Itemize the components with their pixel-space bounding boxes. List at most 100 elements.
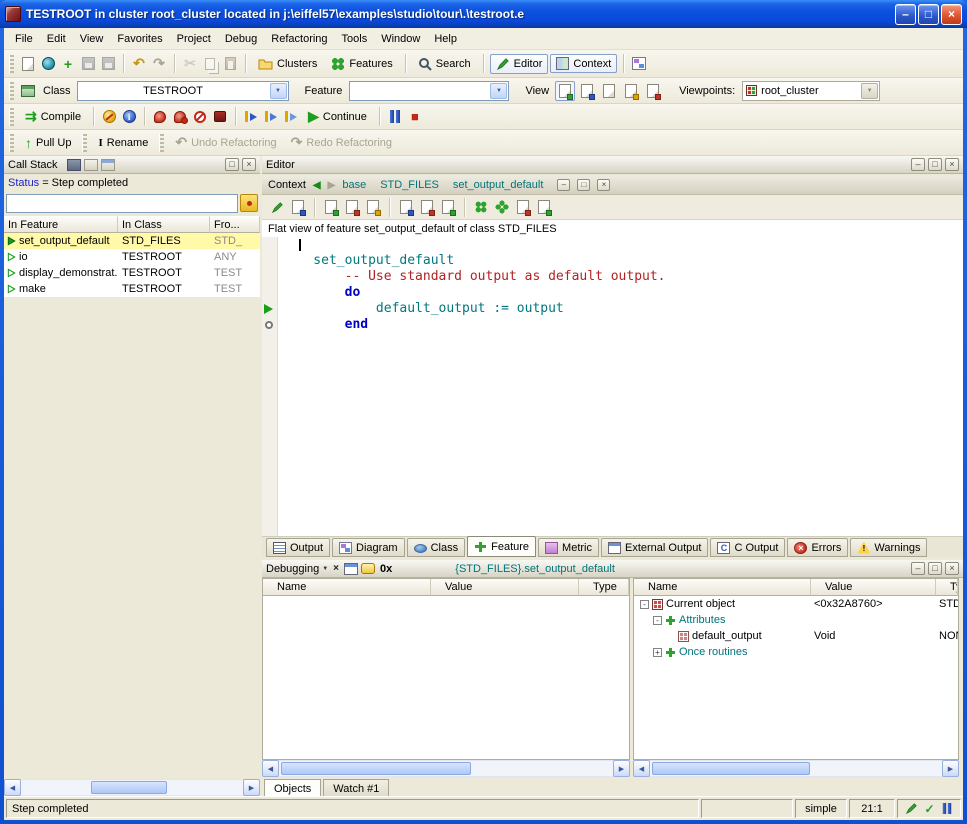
view-contract-button[interactable] [621,81,641,101]
call-stack-hscrollbar[interactable]: ◀ ▶ [4,779,260,796]
undo-icon[interactable]: ↶ [130,55,148,73]
context-crumb[interactable]: base [342,179,366,191]
object-tree-row[interactable]: - Current object <0x32A8760> STD_ [634,596,958,612]
stack-depth-input[interactable] [6,194,238,213]
object-tree-row[interactable]: - Attributes [634,612,958,628]
close-debug-icon[interactable]: × [945,562,959,575]
toolbar-grip[interactable] [159,134,164,152]
view-flat-button[interactable] [599,81,619,101]
call-stack-frame[interactable]: set_output_default STD_FILES STD_ [4,233,260,249]
code-line[interactable]: default_output := output [282,301,963,317]
menu-item[interactable]: Project [170,30,218,48]
context-toggle-button[interactable]: Context [550,54,617,73]
maximize-context-icon[interactable]: □ [577,179,590,191]
menu-item[interactable]: Help [427,30,464,48]
stop-points-disabled-icon[interactable] [191,108,209,126]
stop-icon[interactable]: ■ [406,108,424,126]
continue-button[interactable]: ▶ Continue [302,105,373,128]
editor-tab[interactable]: Warnings [850,538,927,557]
step-out-icon[interactable] [282,108,300,126]
column-header[interactable]: Name [263,579,431,596]
call-stack-frame[interactable]: io TESTROOT ANY [4,249,260,265]
view-clickable-button[interactable] [577,81,597,101]
debugging-header[interactable]: Debugging ▼ × 0x {STD_FILES}.set_output_… [262,560,963,578]
editor-tab[interactable]: Diagram [332,538,405,557]
edit-feature-icon[interactable] [268,198,286,216]
open-in-new-editor-icon[interactable] [289,198,307,216]
maximize-button[interactable]: □ [918,4,939,25]
column-header[interactable]: Type [579,579,629,596]
objects-hscrollbar[interactable]: ◀ ▶ [633,760,959,777]
code-line[interactable] [282,237,963,253]
feature-combobox[interactable]: ▼ [349,81,509,101]
assigners-icon[interactable] [343,198,361,216]
maximize-debug-icon[interactable]: □ [928,562,942,575]
context-crumb[interactable]: STD_FILES [380,179,439,191]
toolbar-grip[interactable] [82,134,87,152]
scroll-right-icon[interactable]: ▶ [942,760,959,777]
title-bar[interactable]: TESTROOT in cluster root_cluster located… [0,0,967,28]
scrollbar-track[interactable] [650,760,942,777]
menu-item[interactable]: View [73,30,111,48]
clusters-button[interactable]: Clusters [252,54,323,73]
copy-icon[interactable] [201,55,219,73]
close-tool-icon[interactable]: × [242,158,256,171]
back-icon[interactable]: ◀ [313,180,321,191]
debug-run-new-icon[interactable] [171,108,189,126]
scrollbar-track[interactable] [279,760,613,777]
minimize-debug-icon[interactable]: – [911,562,925,575]
column-header[interactable]: Value [431,579,579,596]
column-header[interactable]: In Feature [4,216,118,233]
menu-item[interactable]: Edit [40,30,73,48]
minimize-button[interactable]: – [895,4,916,25]
column-header[interactable]: In Class [118,216,210,233]
menu-item[interactable]: Tools [335,30,375,48]
tree-expander[interactable]: - [640,600,649,609]
call-stack-frame[interactable]: display_demonstrat... TESTROOT TEST [4,265,260,281]
ignore-breakpoints-icon[interactable] [100,108,118,126]
info-icon[interactable]: i [120,108,138,126]
menu-item[interactable]: Favorites [110,30,169,48]
tree-expander[interactable]: + [653,648,662,657]
editor-content[interactable]: Flat view of feature set_output_default … [262,220,963,536]
code-line[interactable]: end [282,317,963,333]
close-context-icon[interactable]: × [597,179,610,191]
dock-tool-icon[interactable] [101,159,115,171]
assignees-icon[interactable] [418,198,436,216]
tree-expander[interactable]: - [653,616,662,625]
close-editor-icon[interactable]: × [945,158,959,171]
toolbar-grip[interactable] [9,55,14,73]
view-interface-button[interactable] [643,81,663,101]
close-debug-tool-icon[interactable]: × [331,563,341,574]
scroll-right-icon[interactable]: ▶ [243,779,260,796]
ancestors-icon[interactable] [472,198,490,216]
debugging-dropdown-icon[interactable]: ▼ [322,566,328,572]
maximize-editor-icon[interactable]: □ [928,158,942,171]
rename-button[interactable]: I Rename [92,134,154,152]
detach-tool-icon[interactable] [344,563,358,575]
clients-icon[interactable] [514,198,532,216]
class-dropdown-icon[interactable]: ▼ [270,83,287,99]
filter-icon[interactable] [240,194,258,212]
callees-icon[interactable] [397,198,415,216]
paste-icon[interactable] [221,55,239,73]
open-icon[interactable] [39,55,57,73]
add-icon[interactable]: + [59,55,77,73]
cut-icon[interactable]: ✂ [181,55,199,73]
editor-toggle-button[interactable]: Editor [490,54,549,74]
menu-item[interactable]: File [8,30,40,48]
editor-tab[interactable]: Feature [467,536,536,557]
menu-item[interactable]: Refactoring [264,30,334,48]
compile-button[interactable]: ⇉ Compile [19,105,87,128]
view-editable-button[interactable] [555,81,575,101]
creators-icon[interactable] [364,198,382,216]
toolbar-grip[interactable] [9,108,14,126]
save-call-stack-icon[interactable] [67,159,81,171]
class-combobox[interactable]: TESTROOT ▼ [77,81,289,101]
watch-hscrollbar[interactable]: ◀ ▶ [262,760,630,777]
features-button[interactable]: Features [325,54,398,74]
column-header[interactable]: Value [811,579,936,596]
toolbar-grip[interactable] [9,82,14,100]
step-into-icon[interactable] [242,108,260,126]
save-icon[interactable] [79,55,97,73]
